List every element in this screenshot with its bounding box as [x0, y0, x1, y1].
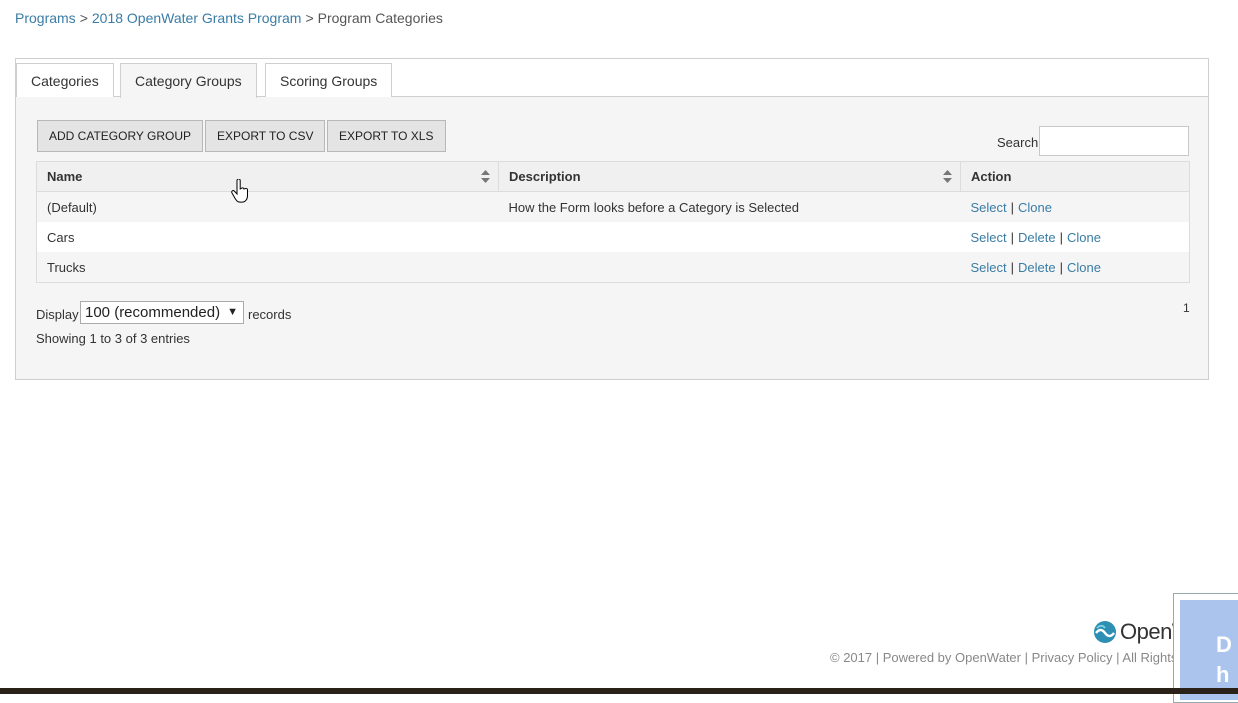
help-widget-text: D [1216, 632, 1232, 657]
privacy-policy-link[interactable]: Privacy Policy [1032, 650, 1113, 665]
tab-scoring-groups[interactable]: Scoring Groups [265, 63, 393, 97]
row-description [498, 252, 961, 283]
column-header-name[interactable]: Name [36, 161, 499, 192]
search-input[interactable] [1039, 126, 1189, 156]
action-separator: | [1010, 259, 1015, 275]
page-number-link[interactable]: 1 [1183, 301, 1190, 315]
taskbar-edge [0, 688, 1238, 694]
select-link[interactable]: Select [971, 200, 1007, 215]
column-header-label: Action [971, 169, 1012, 184]
table-row: Cars Select | Delete | Clone [36, 222, 1190, 252]
category-groups-table: Name Description Action (Default) How th… [36, 161, 1190, 283]
export-xls-button[interactable]: EXPORT TO XLS [327, 120, 446, 152]
row-description [498, 222, 961, 252]
sort-icon[interactable] [481, 170, 490, 183]
action-separator: | [1010, 229, 1015, 245]
breadcrumb-program-link[interactable]: 2018 OpenWater Grants Program [92, 10, 302, 26]
help-widget-content[interactable]: D h [1180, 600, 1238, 700]
copyright-text: © 2017 [830, 650, 873, 665]
tab-categories[interactable]: Categories [16, 63, 114, 97]
delete-link[interactable]: Delete [1018, 230, 1056, 245]
records-label: records [248, 307, 292, 322]
table-row: Trucks Select | Delete | Clone [36, 252, 1190, 283]
row-name: Trucks [36, 252, 499, 283]
clone-link[interactable]: Clone [1018, 200, 1052, 215]
action-separator: | [1059, 229, 1063, 245]
chevron-down-icon: ▼ [227, 306, 238, 318]
select-link[interactable]: Select [971, 230, 1007, 245]
category-groups-panel: Categories Category Groups Scoring Group… [15, 58, 1209, 380]
tab-category-groups[interactable]: Category Groups [120, 63, 257, 98]
column-header-label: Name [47, 169, 83, 184]
page-size-select[interactable]: 100 (recommended) ▼ [80, 301, 244, 324]
action-separator: | [1059, 259, 1063, 275]
row-actions: Select | Delete | Clone [960, 222, 1190, 252]
entries-info: Showing 1 to 3 of 3 entries [36, 331, 190, 346]
breadcrumb-separator: > [79, 10, 88, 26]
page-size-value: 100 (recommended) [85, 304, 221, 321]
row-actions: Select | Clone [960, 191, 1190, 222]
column-header-description[interactable]: Description [498, 161, 961, 192]
export-csv-button[interactable]: EXPORT TO CSV [205, 120, 326, 152]
action-separator: | [1010, 199, 1015, 215]
tab-bar: Categories Category Groups Scoring Group… [16, 59, 1208, 98]
openwater-logo-icon [1094, 621, 1116, 643]
breadcrumb-programs-link[interactable]: Programs [15, 10, 76, 26]
column-header-label: Description [509, 169, 581, 184]
help-widget[interactable]: D h [1173, 593, 1238, 703]
breadcrumb: Programs >2018 OpenWater Grants Program > P… [15, 10, 443, 26]
help-widget-text: h [1216, 662, 1230, 687]
row-name: Cars [36, 222, 499, 252]
column-header-action: Action [960, 161, 1190, 192]
breadcrumb-separator: > [305, 10, 314, 26]
clone-link[interactable]: Clone [1067, 260, 1101, 275]
breadcrumb-current: Program Categories [317, 10, 443, 26]
table-header-row: Name Description Action [36, 161, 1190, 192]
row-actions: Select | Delete | Clone [960, 252, 1190, 283]
row-name: (Default) [36, 191, 499, 222]
search-label: Search: [997, 135, 1042, 150]
row-description: How the Form looks before a Category is … [498, 191, 961, 222]
sort-icon[interactable] [943, 170, 952, 183]
powered-by-link[interactable]: Powered by OpenWater [883, 650, 1021, 665]
add-category-group-button[interactable]: ADD CATEGORY GROUP [37, 120, 204, 152]
clone-link[interactable]: Clone [1067, 230, 1101, 245]
select-link[interactable]: Select [971, 260, 1007, 275]
table-row: (Default) How the Form looks before a Ca… [36, 191, 1190, 222]
delete-link[interactable]: Delete [1018, 260, 1056, 275]
display-label: Display [36, 307, 79, 322]
